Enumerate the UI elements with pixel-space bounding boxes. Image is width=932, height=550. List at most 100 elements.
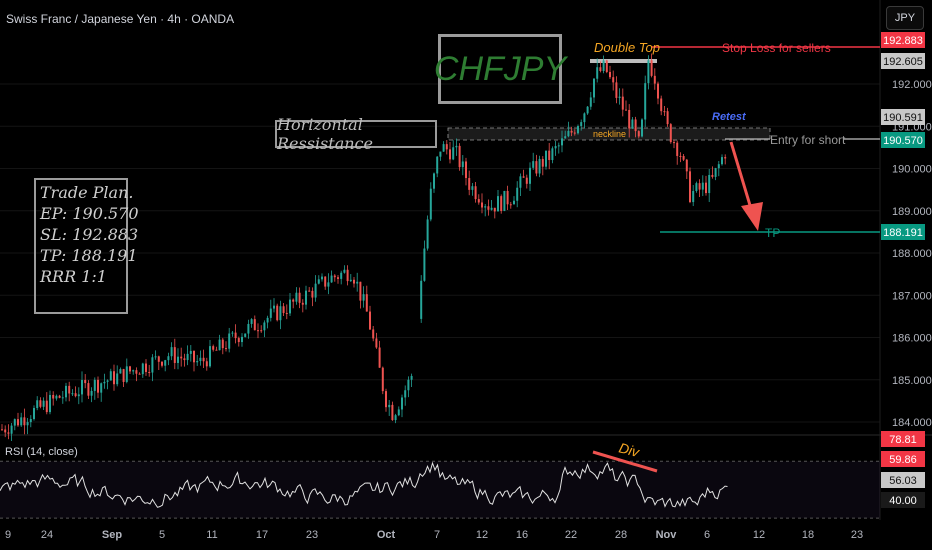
y-tick-label: 192.000 bbox=[892, 79, 932, 91]
currency-button[interactable]: JPY bbox=[886, 6, 924, 30]
candle-body bbox=[429, 188, 432, 220]
candle-body bbox=[359, 281, 362, 301]
candle-body bbox=[135, 370, 138, 374]
candle-body bbox=[580, 122, 583, 127]
candle-body bbox=[557, 145, 560, 147]
candle-body bbox=[10, 425, 13, 434]
candle-body bbox=[237, 338, 240, 343]
candle-body bbox=[407, 379, 410, 391]
candle-body bbox=[567, 130, 570, 137]
candle-body bbox=[23, 417, 26, 426]
candle-body bbox=[439, 151, 442, 157]
candle-body bbox=[177, 356, 179, 363]
retest-label: Retest bbox=[712, 111, 747, 123]
candle-body bbox=[471, 186, 474, 190]
candle-body bbox=[461, 161, 464, 168]
x-tick-label: 18 bbox=[802, 529, 814, 541]
candle-body bbox=[692, 190, 695, 203]
x-tick-label: 5 bbox=[159, 529, 165, 541]
candle-body bbox=[186, 353, 189, 361]
candle-body bbox=[660, 98, 663, 112]
candle-body bbox=[500, 196, 503, 211]
candle-body bbox=[628, 109, 631, 129]
candle-body bbox=[193, 350, 195, 363]
candle-body bbox=[394, 415, 397, 421]
pair-label: CHFJPY bbox=[434, 34, 566, 104]
candle-body bbox=[180, 356, 183, 359]
candle-body bbox=[97, 379, 99, 393]
candle-body bbox=[247, 323, 250, 334]
candle-body bbox=[45, 400, 48, 413]
candle-body bbox=[365, 294, 368, 312]
candle-body bbox=[49, 394, 51, 413]
candle-body bbox=[621, 96, 624, 110]
candle-body bbox=[90, 390, 93, 396]
candle-body bbox=[257, 330, 259, 332]
candle-body bbox=[295, 292, 298, 302]
candle-body bbox=[337, 277, 339, 279]
candle-body bbox=[442, 144, 445, 152]
candle-body bbox=[644, 83, 647, 120]
candle-body bbox=[42, 400, 45, 407]
candle-body bbox=[724, 157, 727, 159]
candle-body bbox=[145, 363, 147, 372]
candle-body bbox=[36, 400, 39, 409]
price-label: 190.591 bbox=[883, 112, 923, 124]
candle-body bbox=[93, 379, 96, 391]
candle-body bbox=[650, 60, 653, 76]
candle-body bbox=[410, 375, 413, 380]
candle-body bbox=[522, 176, 525, 178]
candle-body bbox=[612, 77, 615, 83]
candle-body bbox=[388, 404, 391, 408]
candle-body bbox=[317, 279, 320, 284]
candle-body bbox=[532, 161, 535, 168]
candle-body bbox=[199, 357, 202, 362]
candle-body bbox=[234, 332, 237, 339]
candle-body bbox=[314, 283, 317, 298]
candle-body bbox=[81, 379, 83, 395]
candle-body bbox=[695, 183, 698, 191]
candle-body bbox=[212, 346, 215, 350]
trade-plan-rrr: RRR 1:1 bbox=[40, 267, 107, 286]
candle-body bbox=[653, 75, 656, 84]
candle-body bbox=[609, 71, 611, 78]
candle-body bbox=[221, 339, 224, 349]
stop-loss-label: Stop Loss for sellers bbox=[722, 41, 831, 55]
y-tick-label: 187.000 bbox=[892, 290, 932, 302]
candle-body bbox=[218, 339, 221, 351]
candle-body bbox=[583, 113, 586, 123]
x-tick-label: 11 bbox=[206, 529, 217, 541]
candle-body bbox=[445, 144, 448, 150]
candle-body bbox=[253, 319, 256, 331]
candle-body bbox=[525, 177, 528, 184]
candle-body bbox=[404, 390, 407, 398]
candle-body bbox=[167, 356, 170, 361]
candle-body bbox=[551, 148, 554, 161]
candle-body bbox=[273, 305, 275, 309]
candle-body bbox=[113, 371, 115, 385]
candle-body bbox=[362, 294, 365, 301]
candle-body bbox=[109, 371, 112, 381]
candle-body bbox=[685, 159, 688, 172]
candle-body bbox=[225, 348, 227, 350]
candle-body bbox=[349, 279, 352, 282]
candle-body bbox=[13, 419, 16, 426]
candle-body bbox=[548, 150, 551, 161]
candle-body bbox=[161, 361, 163, 366]
candle-body bbox=[289, 299, 291, 314]
candle-body bbox=[202, 357, 205, 362]
rsi-band bbox=[0, 461, 880, 519]
candle-body bbox=[103, 381, 106, 384]
candle-body bbox=[423, 248, 426, 281]
candle-body bbox=[173, 347, 176, 363]
candle-body bbox=[474, 186, 477, 200]
candle-body bbox=[55, 395, 58, 399]
x-tick-label: 22 bbox=[565, 529, 577, 541]
candle-body bbox=[481, 202, 483, 208]
candle-body bbox=[708, 174, 711, 194]
candle-body bbox=[631, 119, 634, 129]
candle-body bbox=[330, 275, 333, 283]
candle-body bbox=[241, 336, 243, 343]
candle-body bbox=[452, 147, 455, 160]
x-tick-label: Sep bbox=[102, 529, 122, 541]
